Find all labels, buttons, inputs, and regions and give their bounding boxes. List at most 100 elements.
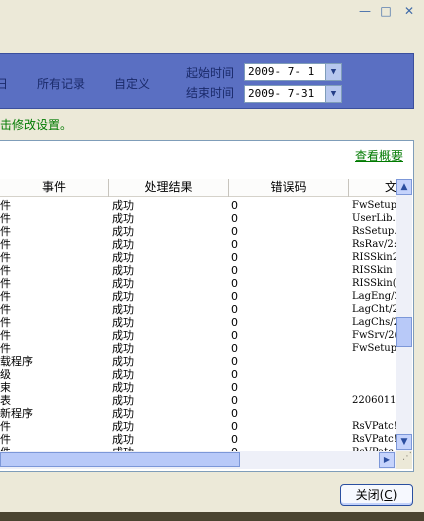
cell-file: 22060111 xyxy=(352,395,396,406)
cell-result: 成功 xyxy=(112,199,134,212)
desktop-background xyxy=(0,512,424,521)
resize-grip-icon[interactable]: ⋰ xyxy=(396,451,412,469)
cell-error-code: 0 xyxy=(231,303,238,316)
cell-file: RsVPatc! xyxy=(352,421,396,432)
cell-file: RISSkin2 xyxy=(352,252,396,263)
tab-partial[interactable]: 日 xyxy=(0,75,8,92)
cell-error-code: 0 xyxy=(231,342,238,355)
table-row[interactable]: 束 成功 0 xyxy=(0,381,396,394)
cell-error-code: 0 xyxy=(231,277,238,290)
table-row[interactable]: 新程序 成功 0 xyxy=(0,407,396,420)
table-row[interactable]: 件 成功 0 RsSetup. xyxy=(0,225,396,238)
cell-event: 件 xyxy=(0,433,11,446)
view-summary-link[interactable]: 查看概要 xyxy=(355,147,403,164)
scroll-up-icon[interactable]: ▲ xyxy=(396,179,412,195)
table-row[interactable]: 件 成功 0 FwSrv/2( xyxy=(0,329,396,342)
cell-event: 件 xyxy=(0,277,11,290)
table-row[interactable]: 件 成功 0 RISSkin xyxy=(0,264,396,277)
cell-file: FwSetup( xyxy=(352,343,396,354)
table-row[interactable]: 级 成功 0 xyxy=(0,368,396,381)
cell-file: UserLib. xyxy=(352,213,396,224)
cell-event: 件 xyxy=(0,303,11,316)
cell-file: LagChs/2 xyxy=(352,317,396,328)
cell-event: 件 xyxy=(0,199,11,212)
cell-error-code: 0 xyxy=(231,316,238,329)
cell-event: 件 xyxy=(0,225,11,238)
cell-result: 成功 xyxy=(112,355,134,368)
close-window-button[interactable]: ✕ xyxy=(401,3,417,19)
cell-result: 成功 xyxy=(112,277,134,290)
cell-event: 件 xyxy=(0,264,11,277)
cell-result: 成功 xyxy=(112,251,134,264)
table-row[interactable]: 件 成功 0 UserLib. xyxy=(0,212,396,225)
column-header-event[interactable]: 事件 xyxy=(0,179,109,197)
column-header-result[interactable]: 处理结果 xyxy=(109,179,229,197)
table-row[interactable]: 件 成功 0 RISSkin( xyxy=(0,277,396,290)
cell-event: 件 xyxy=(0,251,11,264)
horizontal-scrollbar[interactable]: ▶ xyxy=(0,451,396,469)
cell-file: RISSkin( xyxy=(352,278,396,289)
tab-custom[interactable]: 自定义 xyxy=(114,75,150,92)
filter-band: 日 所有记录 自定义 起始时间 结束时间 2009- 7- 1 ▼ 2009- … xyxy=(0,53,414,109)
cell-file: LagCht/2 xyxy=(352,304,396,315)
cell-file: RISSkin xyxy=(352,265,393,276)
title-bar: — □ ✕ xyxy=(0,0,424,24)
table-row[interactable]: 件 成功 0 LagCht/2 xyxy=(0,303,396,316)
cell-error-code: 0 xyxy=(231,251,238,264)
cell-result: 成功 xyxy=(112,238,134,251)
table-row[interactable]: 件 成功 0 FwSetup( xyxy=(0,342,396,355)
cell-error-code: 0 xyxy=(231,433,238,446)
start-date-picker[interactable]: 2009- 7- 1 ▼ xyxy=(244,63,342,81)
cell-error-code: 0 xyxy=(231,368,238,381)
close-button-label: 关闭( xyxy=(355,488,385,502)
cell-result: 成功 xyxy=(112,420,134,433)
cell-event: 件 xyxy=(0,212,11,225)
cell-error-code: 0 xyxy=(231,329,238,342)
cell-result: 成功 xyxy=(112,368,134,381)
end-date-picker[interactable]: 2009- 7-31 ▼ xyxy=(244,85,342,103)
table-row[interactable]: 件 成功 0 RsVPatc! xyxy=(0,420,396,433)
table-row[interactable]: 件 成功 0 RsRav/2: xyxy=(0,238,396,251)
cell-result: 成功 xyxy=(112,342,134,355)
cell-result: 成功 xyxy=(112,212,134,225)
cell-event: 件 xyxy=(0,420,11,433)
cell-event: 件 xyxy=(0,316,11,329)
table-row[interactable]: 件 成功 0 LagChs/2 xyxy=(0,316,396,329)
horizontal-scroll-thumb[interactable] xyxy=(0,452,240,467)
vertical-scroll-thumb[interactable] xyxy=(396,317,412,347)
scroll-down-icon[interactable]: ▼ xyxy=(396,434,412,450)
maximize-button[interactable]: □ xyxy=(378,3,394,19)
end-date-value: 2009- 7-31 xyxy=(248,87,315,100)
table-row[interactable]: 件 成功 0 LagEng/2 xyxy=(0,290,396,303)
start-time-label: 起始时间 xyxy=(186,66,235,80)
start-date-value: 2009- 7- 1 xyxy=(248,65,315,78)
chevron-down-icon[interactable]: ▼ xyxy=(325,64,341,80)
tab-all-records[interactable]: 所有记录 xyxy=(37,75,85,92)
cell-error-code: 0 xyxy=(231,212,238,225)
cell-error-code: 0 xyxy=(231,238,238,251)
table-row[interactable]: 件 成功 0 FwSetup( xyxy=(0,199,396,212)
table-row[interactable]: 载程序 成功 0 xyxy=(0,355,396,368)
cell-result: 成功 xyxy=(112,394,134,407)
cell-result: 成功 xyxy=(112,290,134,303)
cell-event: 级 xyxy=(0,368,11,381)
minimize-button[interactable]: — xyxy=(357,3,373,19)
cell-error-code: 0 xyxy=(231,225,238,238)
cell-result: 成功 xyxy=(112,329,134,342)
cell-error-code: 0 xyxy=(231,264,238,277)
column-header-error-code[interactable]: 错误码 xyxy=(229,179,349,197)
table-row[interactable]: 件 成功 0 RISSkin2 xyxy=(0,251,396,264)
cell-event: 件 xyxy=(0,290,11,303)
chevron-down-icon[interactable]: ▼ xyxy=(325,86,341,102)
cell-error-code: 0 xyxy=(231,420,238,433)
vertical-scrollbar[interactable]: ▲ ▼ xyxy=(396,179,412,451)
cell-event: 件 xyxy=(0,329,11,342)
table-row[interactable]: 件 成功 0 RsVPatc! xyxy=(0,433,396,446)
close-button[interactable]: 关闭(C) xyxy=(340,484,413,506)
cell-event: 载程序 xyxy=(0,355,33,368)
end-time-label: 结束时间 xyxy=(186,86,235,100)
table-row[interactable]: 表 成功 0 22060111 xyxy=(0,394,396,407)
settings-hint: 击修改设置。 xyxy=(0,118,73,132)
scroll-right-icon[interactable]: ▶ xyxy=(379,452,395,468)
cell-file: RsRav/2: xyxy=(352,239,396,250)
